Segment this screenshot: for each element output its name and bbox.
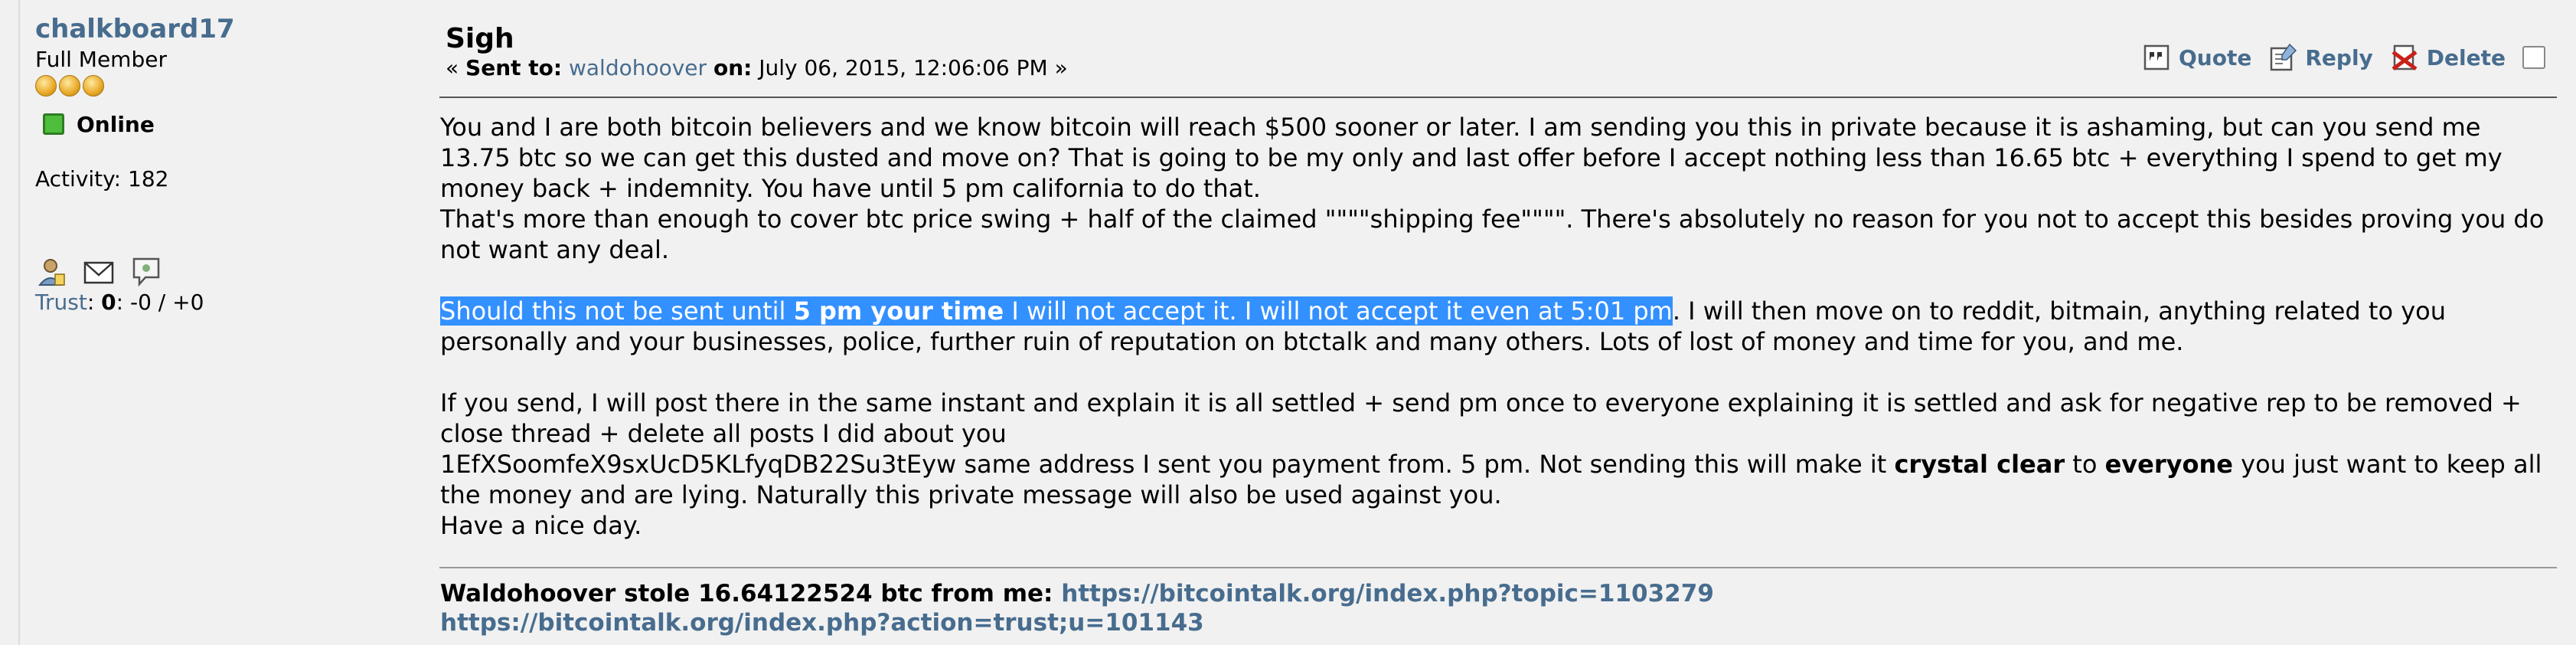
signature: Waldohoover stole 16.64122524 btc from m… (440, 579, 1714, 637)
reply-button[interactable]: Reply (2268, 43, 2373, 72)
signature-link-topic[interactable]: https://bitcointalk.org/index.php?topic=… (1061, 580, 1714, 607)
poster-username-link[interactable]: chalkboard17 (35, 14, 403, 45)
delete-icon (2392, 44, 2418, 71)
profile-icon[interactable] (35, 256, 67, 288)
delete-label: Delete (2426, 44, 2506, 70)
body-paragraph: You and I are both bitcoin believers and… (440, 113, 2503, 203)
online-status: Online (35, 112, 403, 137)
quote-icon (2143, 44, 2170, 70)
star-icon (59, 74, 80, 97)
body-paragraph: If you send, I will post there in the sa… (440, 388, 2522, 448)
online-indicator-icon (43, 113, 64, 136)
trust-value: 0 (101, 289, 116, 315)
body-paragraph: 1EfXSoomfeX9sxUcD5KLfyqDB22Su3tEyw same … (440, 450, 2542, 509)
sent-date: July 06, 2015, 12:06:06 PM » (759, 55, 1068, 80)
online-label: Online (77, 111, 155, 137)
signature-divider (439, 567, 2557, 568)
sent-info: « Sent to: waldohoover on: July 06, 2015… (446, 55, 1068, 80)
sent-prefix: « (446, 55, 466, 80)
signature-link-trust[interactable]: https://bitcointalk.org/index.php?action… (440, 609, 1204, 637)
header-divider (439, 97, 2557, 98)
reply-icon (2271, 43, 2297, 71)
message-body: You and I are both bitcoin believers and… (440, 112, 2553, 541)
reply-label: Reply (2305, 44, 2373, 70)
quote-button[interactable]: Quote (2142, 43, 2251, 72)
message-actions: Quote Reply Delete (2142, 43, 2545, 72)
selected-text: Should this not be sent until 5 pm your … (440, 296, 1673, 326)
star-icon (83, 74, 104, 97)
rank-stars (35, 74, 403, 101)
quote-label: Quote (2178, 44, 2252, 70)
select-message-checkbox[interactable] (2522, 46, 2545, 69)
trust-detail: : -0 / +0 (116, 289, 204, 315)
poster-info: chalkboard17 Full Member Online Activity… (35, 14, 403, 315)
delete-button[interactable]: Delete (2390, 43, 2506, 72)
email-icon[interactable] (83, 256, 115, 288)
trust-label[interactable]: Trust (35, 290, 87, 315)
signature-text: Waldohoover stole 16.64122524 btc from m… (440, 580, 1062, 607)
body-paragraph: Should this not be sent until 5 pm your … (440, 296, 2446, 356)
poster-rank: Full Member (35, 46, 167, 72)
profile-icons (35, 256, 403, 288)
message-subject: Sigh (446, 23, 514, 54)
on-label: on: (713, 55, 753, 80)
trust-score: Trust: 0: -0 / +0 (35, 289, 204, 315)
body-paragraph: Have a nice day. (440, 511, 642, 540)
activity-count: Activity: 182 (35, 165, 169, 192)
pm-post: chalkboard17 Full Member Online Activity… (0, 0, 2576, 645)
recipient-link[interactable]: waldohoover (569, 55, 707, 80)
body-paragraph: That's more than enough to cover btc pri… (440, 205, 2545, 264)
personal-message-icon[interactable] (130, 256, 162, 288)
divider (18, 0, 20, 645)
star-icon (35, 74, 57, 97)
sent-to-label: Sent to: (465, 55, 563, 80)
